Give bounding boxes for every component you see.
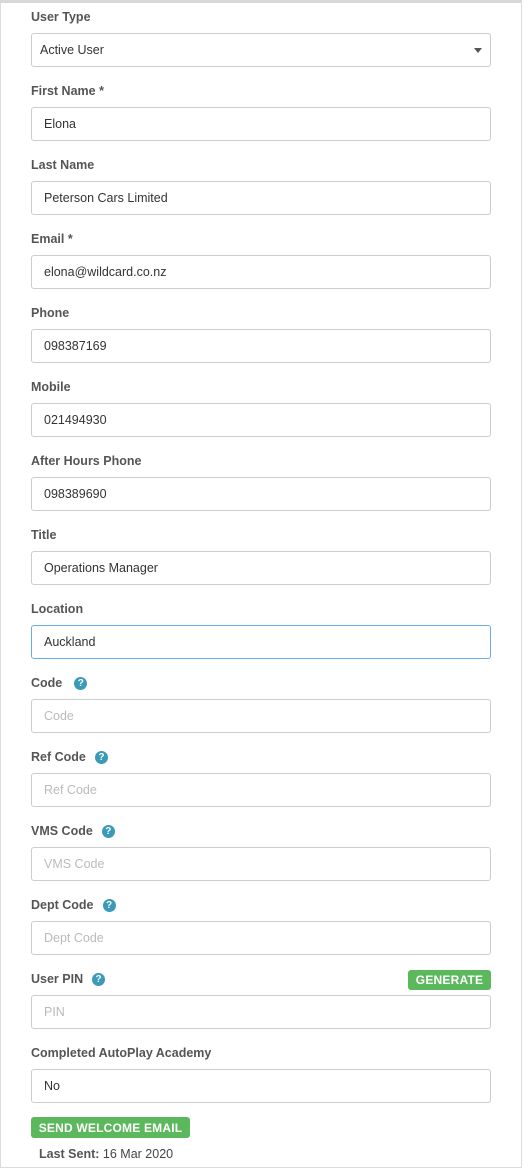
dept-code-input[interactable] xyxy=(31,921,491,955)
first-name-input[interactable] xyxy=(31,107,491,141)
help-icon[interactable]: ? xyxy=(101,824,115,838)
help-icon[interactable]: ? xyxy=(92,972,106,986)
location-input[interactable] xyxy=(31,625,491,659)
autoplay-academy-input[interactable] xyxy=(31,1069,491,1103)
ref-code-field: Ref Code ? xyxy=(31,747,491,807)
help-icon[interactable]: ? xyxy=(102,898,116,912)
autoplay-academy-field: Completed AutoPlay Academy xyxy=(31,1043,491,1103)
first-name-field: First Name * xyxy=(31,81,491,141)
phone-input[interactable] xyxy=(31,329,491,363)
autoplay-academy-label: Completed AutoPlay Academy xyxy=(31,1046,212,1060)
phone-label: Phone xyxy=(31,306,70,320)
vms-code-label: VMS Code xyxy=(31,824,93,838)
title-label: Title xyxy=(31,528,57,542)
location-field: Location xyxy=(31,599,491,659)
title-input[interactable] xyxy=(31,551,491,585)
after-hours-phone-input[interactable] xyxy=(31,477,491,511)
vms-code-input[interactable] xyxy=(31,847,491,881)
title-field: Title xyxy=(31,525,491,585)
code-field: Code ? xyxy=(31,673,491,733)
code-input[interactable] xyxy=(31,699,491,733)
dept-code-label: Dept Code xyxy=(31,898,94,912)
user-type-value: Active User xyxy=(40,43,104,57)
send-welcome-email-button[interactable]: SEND WELCOME EMAIL xyxy=(31,1117,190,1138)
mobile-input[interactable] xyxy=(31,403,491,437)
user-pin-input[interactable] xyxy=(31,995,491,1029)
user-type-select[interactable]: Active User xyxy=(31,33,491,67)
user-pin-label: User PIN xyxy=(31,972,84,986)
vms-code-field: VMS Code ? xyxy=(31,821,491,881)
dept-code-field: Dept Code ? xyxy=(31,895,491,955)
user-type-label: User Type xyxy=(31,10,91,24)
mobile-label: Mobile xyxy=(31,380,71,394)
user-type-field: User Type Active User xyxy=(31,7,491,67)
last-name-label: Last Name xyxy=(31,158,95,172)
email-input[interactable] xyxy=(31,255,491,289)
help-icon[interactable]: ? xyxy=(94,750,108,764)
location-label: Location xyxy=(31,602,84,616)
mobile-field: Mobile xyxy=(31,377,491,437)
email-field: Email * xyxy=(31,229,491,289)
code-label: Code xyxy=(31,676,63,690)
help-icon[interactable]: ? xyxy=(74,676,88,690)
ref-code-input[interactable] xyxy=(31,773,491,807)
ref-code-label: Ref Code xyxy=(31,750,86,764)
last-name-input[interactable] xyxy=(31,181,491,215)
after-hours-phone-label: After Hours Phone xyxy=(31,454,142,468)
first-name-label: First Name * xyxy=(31,84,104,98)
user-pin-field: User PIN ? GENERATE xyxy=(31,969,491,1029)
generate-pin-button[interactable]: GENERATE xyxy=(408,970,491,990)
email-label: Email * xyxy=(31,232,73,246)
phone-field: Phone xyxy=(31,303,491,363)
caret-down-icon xyxy=(474,47,482,53)
last-sent-info: Last Sent: 16 Mar 2020 xyxy=(39,1147,173,1161)
last-name-field: Last Name xyxy=(31,155,491,215)
after-hours-phone-field: After Hours Phone xyxy=(31,451,491,511)
last-sent-value: 16 Mar 2020 xyxy=(102,1147,174,1161)
last-sent-label: Last Sent: xyxy=(39,1147,100,1161)
